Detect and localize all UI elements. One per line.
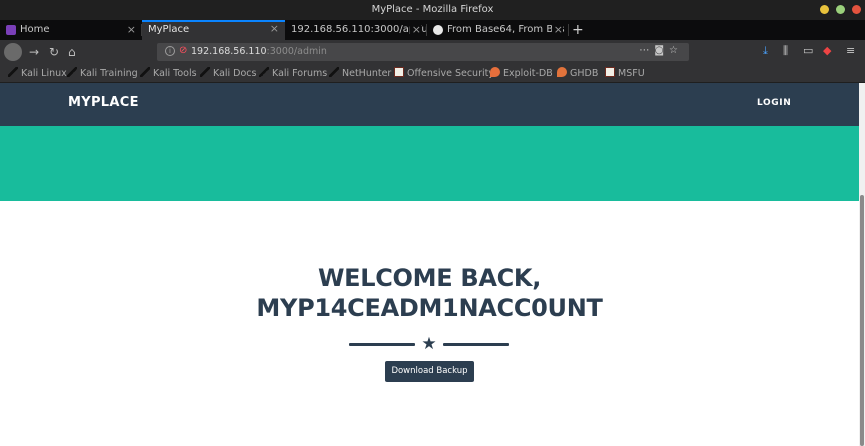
offsec-icon xyxy=(605,67,615,77)
bookmark-label: NetHunter xyxy=(342,68,392,79)
close-tab-icon[interactable]: × xyxy=(270,22,279,37)
pocket-icon[interactable]: ◙ xyxy=(654,45,669,56)
bookmark-label: Kali Linux xyxy=(21,68,67,79)
kali-icon xyxy=(8,67,18,77)
tab-myplace[interactable]: MyPlace × xyxy=(142,20,285,40)
star-icon[interactable]: ☆ xyxy=(669,45,683,56)
tab-base64[interactable]: From Base64, From Bas × xyxy=(427,20,569,40)
bookmark-label: Kali Docs xyxy=(213,68,257,79)
bookmark-msfu[interactable]: MSFU xyxy=(605,67,645,79)
bookmark-label: MSFU xyxy=(618,68,645,79)
window-title: MyPlace - Mozilla Firefox xyxy=(371,4,494,15)
welcome-heading: WELCOME BACK, MYP14CEADM1NACC0UNT xyxy=(0,263,859,323)
kali-icon xyxy=(259,67,269,77)
divider-line-left xyxy=(349,343,415,346)
more-icon[interactable]: ⋯ xyxy=(639,45,654,56)
close-tab-icon[interactable]: × xyxy=(551,20,563,40)
star-icon: ★ xyxy=(421,334,437,354)
bookmark-kali-docs[interactable]: Kali Docs xyxy=(200,67,256,79)
forward-icon[interactable]: → xyxy=(29,43,39,61)
divider-line-right xyxy=(443,343,509,346)
bookmark-kali-linux[interactable]: Kali Linux xyxy=(8,67,67,79)
kali-icon xyxy=(329,67,339,77)
home-favicon-icon xyxy=(6,25,16,35)
window-titlebar: MyPlace - Mozilla Firefox xyxy=(0,0,865,20)
bookmark-kali-forums[interactable]: Kali Forums xyxy=(259,67,327,79)
home-icon[interactable]: ⌂ xyxy=(68,43,76,61)
ghdb-icon xyxy=(557,67,567,77)
tab-label: 192.168.56.110:3000/api/u xyxy=(291,24,427,35)
scrollbar-thumb[interactable] xyxy=(860,195,864,446)
tab-separator xyxy=(568,24,569,36)
downloads-icon[interactable]: ⤓ xyxy=(763,44,768,58)
kali-icon xyxy=(140,67,150,77)
bookmark-nethunter[interactable]: NetHunter xyxy=(329,67,391,79)
reload-icon[interactable]: ↻ xyxy=(49,43,59,61)
url-text[interactable]: 192.168.56.110:3000/admin xyxy=(191,46,327,57)
masthead-banner xyxy=(0,126,859,201)
close-tab-icon[interactable]: × xyxy=(409,20,421,40)
url-path: :3000/admin xyxy=(266,46,327,57)
bookmark-label: GHDB xyxy=(570,68,599,79)
bookmarks-bar: Kali Linux Kali Training Kali Tools Kali… xyxy=(0,64,865,83)
star-divider: ★ xyxy=(349,334,509,354)
library-icon[interactable]: ⫼ xyxy=(783,44,788,58)
kali-icon xyxy=(67,67,77,77)
tab-label: MyPlace xyxy=(148,24,190,35)
site-brand[interactable]: MYPLACE xyxy=(68,95,139,110)
close-window-button[interactable] xyxy=(852,5,861,14)
close-tab-icon[interactable]: × xyxy=(127,20,136,40)
download-backup-button[interactable]: Download Backup xyxy=(385,361,474,382)
offsec-icon xyxy=(394,67,404,77)
bookmark-exploit-db[interactable]: Exploit-DB xyxy=(490,67,553,79)
exploitdb-icon xyxy=(490,67,500,77)
nav-toolbar: → ↻ ⌂ i ⊘ 192.168.56.110:3000/admin ⋯◙☆ … xyxy=(0,40,865,64)
back-button[interactable] xyxy=(4,43,22,61)
tab-api[interactable]: 192.168.56.110:3000/api/u × xyxy=(285,20,427,40)
kali-icon xyxy=(200,67,210,77)
tab-label: Home xyxy=(20,24,50,35)
url-host: 192.168.56.110 xyxy=(191,46,267,57)
welcome-line-1: WELCOME BACK, xyxy=(317,264,542,292)
page-scrollbar[interactable] xyxy=(859,83,865,446)
welcome-username: MYP14CEADM1NACC0UNT xyxy=(256,294,603,322)
bookmark-label: Kali Forums xyxy=(272,68,328,79)
tab-strip: Home × MyPlace × 192.168.56.110:3000/api… xyxy=(0,20,865,40)
bookmark-ghdb[interactable]: GHDB xyxy=(557,67,598,79)
bookmark-kali-training[interactable]: Kali Training xyxy=(67,67,138,79)
bookmark-kali-tools[interactable]: Kali Tools xyxy=(140,67,197,79)
page-viewport: MYPLACE LOGIN WELCOME BACK, MYP14CEADM1N… xyxy=(0,83,859,446)
site-navbar: MYPLACE LOGIN xyxy=(0,83,859,126)
tab-home[interactable]: Home × xyxy=(0,20,142,40)
new-tab-button[interactable]: + xyxy=(572,20,584,40)
login-link[interactable]: LOGIN xyxy=(757,98,791,108)
sidebar-icon[interactable]: ▭ xyxy=(803,44,813,57)
urlbar-actions: ⋯◙☆ xyxy=(639,45,683,56)
extension-icon[interactable]: ◆ xyxy=(823,44,831,57)
url-bar[interactable]: i ⊘ 192.168.56.110:3000/admin ⋯◙☆ xyxy=(157,43,689,61)
minimize-button[interactable] xyxy=(820,5,829,14)
tab-label: From Base64, From Bas xyxy=(447,24,565,35)
cyberchef-favicon-icon xyxy=(433,25,443,35)
menu-icon[interactable]: ≡ xyxy=(846,44,855,57)
bookmark-label: Kali Training xyxy=(80,68,138,79)
bookmark-label: Offensive Security xyxy=(407,68,494,79)
insecure-lock-icon[interactable]: ⊘ xyxy=(179,45,187,56)
info-icon[interactable]: i xyxy=(165,46,175,56)
bookmark-label: Exploit-DB xyxy=(503,68,553,79)
maximize-button[interactable] xyxy=(836,5,845,14)
bookmark-label: Kali Tools xyxy=(153,68,197,79)
bookmark-offensive-security[interactable]: Offensive Security xyxy=(394,67,494,79)
